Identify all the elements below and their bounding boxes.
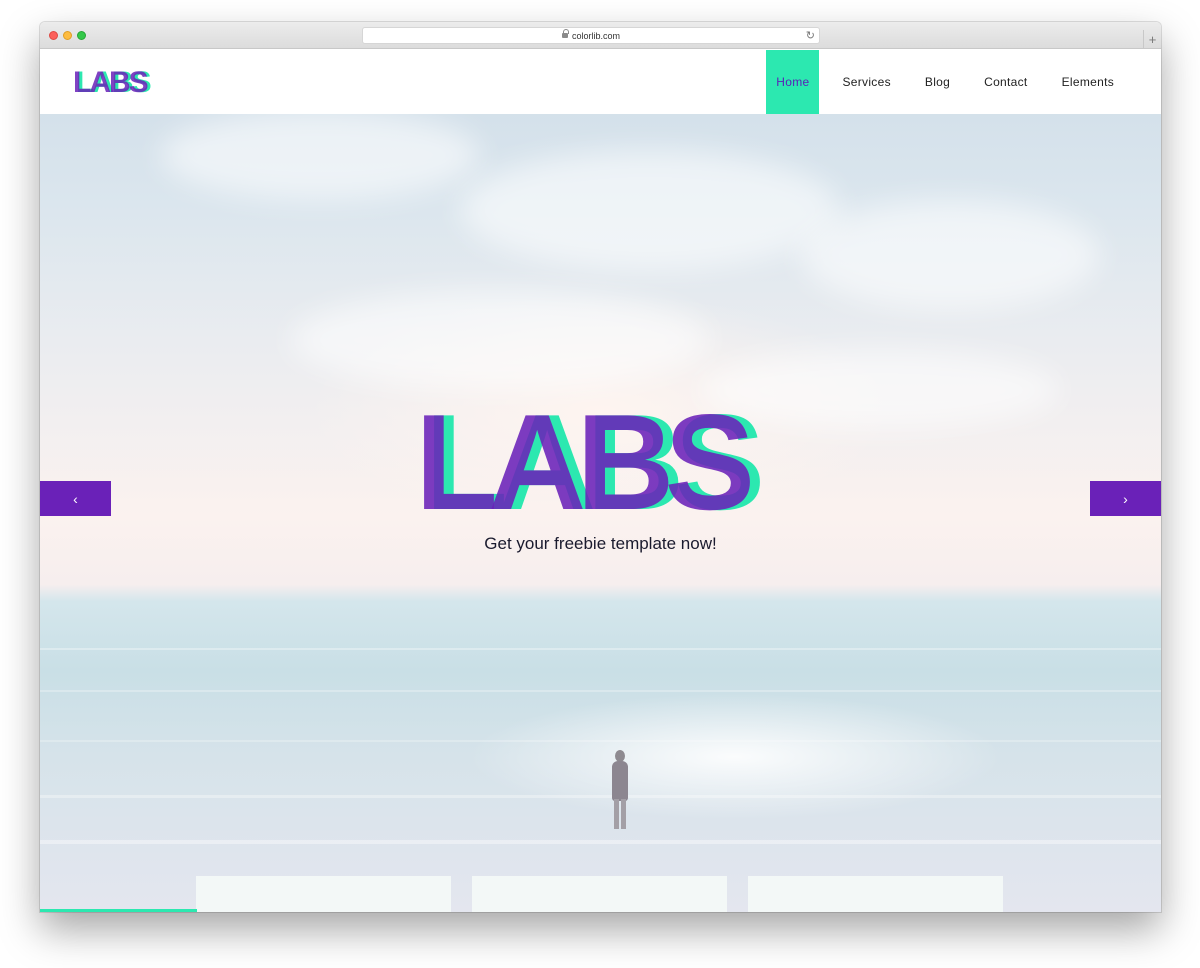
feature-card [196, 876, 451, 912]
sea-wave [40, 648, 1161, 650]
close-window-button[interactable] [49, 31, 58, 40]
nav-item-home[interactable]: Home [766, 50, 820, 114]
sky-cloud [160, 110, 480, 200]
hero-logo: LABS LABS [415, 403, 771, 515]
hero-tagline: Get your freebie template now! [484, 534, 717, 553]
chevron-right-icon: › [1123, 490, 1128, 507]
nav-item-services[interactable]: Services [825, 50, 907, 114]
person-silhouette [606, 750, 634, 854]
feature-card [472, 876, 727, 912]
site-header: LABS LABS Home Services Blog Contact Ele… [40, 50, 1161, 114]
svg-text:LABS: LABS [74, 66, 148, 98]
sea-wave [40, 840, 1161, 844]
minimize-window-button[interactable] [63, 31, 72, 40]
slider-next-button[interactable]: › [1090, 481, 1161, 516]
sky-cloud [800, 200, 1100, 310]
slider-prev-button[interactable]: ‹ [40, 481, 111, 516]
browser-window: colorlib.com ↻ + LABS LABS Home Services… [40, 22, 1161, 912]
main-nav: Home Services Blog Contact Elements [766, 50, 1131, 114]
nav-item-blog[interactable]: Blog [908, 50, 967, 114]
svg-text:LABS: LABS [415, 403, 751, 515]
lock-icon [561, 29, 569, 39]
web-page: LABS LABS Home Services Blog Contact Ele… [40, 50, 1161, 912]
sea-wave [40, 795, 1161, 798]
address-bar[interactable]: colorlib.com ↻ [362, 27, 820, 44]
reload-icon[interactable]: ↻ [806, 29, 815, 43]
chevron-left-icon: ‹ [73, 490, 78, 507]
sea-wave [40, 690, 1161, 692]
new-tab-button[interactable]: + [1143, 30, 1161, 49]
feature-card [748, 876, 1003, 912]
slide-progress-bar [40, 909, 197, 912]
plus-icon: + [1148, 32, 1157, 47]
sky-cloud [460, 150, 840, 270]
nav-item-elements[interactable]: Elements [1045, 50, 1131, 114]
nav-item-contact[interactable]: Contact [967, 50, 1044, 114]
sea-wave [40, 740, 1161, 742]
sky-cloud [290, 290, 710, 390]
browser-toolbar: colorlib.com ↻ + [40, 22, 1161, 49]
zoom-window-button[interactable] [77, 31, 86, 40]
url-text: colorlib.com [571, 30, 620, 41]
site-logo[interactable]: LABS LABS [74, 64, 158, 98]
